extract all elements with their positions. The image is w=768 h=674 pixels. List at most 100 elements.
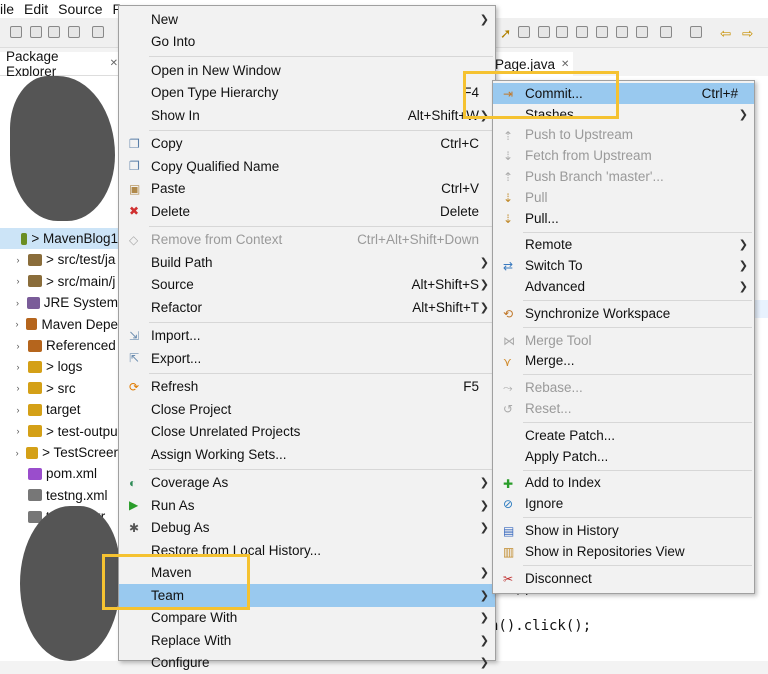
tree-item[interactable]: ›> src/main/j [0,271,118,292]
tree-node-icon [26,447,38,459]
tree-item[interactable]: testng.xml [0,485,118,506]
tree-item[interactable]: ›target [0,399,118,420]
tree-item[interactable]: ›> src/test/ja [0,249,118,270]
menu-item-new[interactable]: New❯ [119,8,495,31]
new-icon[interactable] [10,26,22,38]
expand-arrow-icon[interactable]: › [12,362,24,372]
menu-item-assign-working-sets[interactable]: Assign Working Sets... [119,443,495,466]
expand-arrow-icon[interactable]: › [12,405,24,415]
menu-item-copy[interactable]: ❐CopyCtrl+C [119,133,495,156]
menu-item-show-in-history[interactable]: ▤Show in History [493,520,754,541]
menu-separator [149,226,493,227]
menu-item-add-to-index[interactable]: ✚Add to Index [493,473,754,494]
expand-arrow-icon[interactable]: › [12,448,22,458]
tree-item[interactable]: ›Maven Depe [0,314,118,335]
menu-item-show-in[interactable]: Show InAlt+Shift+W❯ [119,104,495,127]
menu-item-label: Show in Repositories View [525,544,685,559]
menu-item-label: Add to Index [525,475,601,490]
menu-item-delete[interactable]: ✖DeleteDelete [119,200,495,223]
tree-item[interactable]: > MavenBlog1 [0,228,118,249]
copy-icon: ❐ [129,160,142,173]
expand-arrow-icon[interactable]: › [12,426,24,436]
tree-node-icon [28,404,42,416]
menu-separator [149,373,493,374]
tree-item[interactable]: ›> src [0,378,118,399]
expand-arrow-icon[interactable]: › [12,383,24,393]
menu-item-create-patch[interactable]: Create Patch... [493,425,754,446]
menu-item-open-type-hierarchy[interactable]: Open Type HierarchyF4 [119,82,495,105]
menu-item-label: Push Branch 'master'... [525,169,664,184]
menu-item-label: Run As [151,498,195,513]
mark-icon[interactable] [556,26,568,38]
toggle-icon[interactable] [518,26,530,38]
expand-arrow-icon[interactable]: › [12,298,23,308]
menu-item-refactor[interactable]: RefactorAlt+Shift+T❯ [119,296,495,319]
menu-edit[interactable]: Edit [24,1,48,17]
editor-tab-title: Page.java [495,57,555,72]
menu-item-disconnect[interactable]: ✂Disconnect [493,568,754,589]
save-all-icon[interactable] [48,26,60,38]
format-icon[interactable] [596,26,608,38]
menu-item-source[interactable]: SourceAlt+Shift+S❯ [119,274,495,297]
pin-icon[interactable] [636,26,648,38]
menu-item-coverage-as[interactable]: ◐Coverage As❯ [119,472,495,495]
menu-item-configure[interactable]: Configure❯ [119,652,495,674]
task-icon[interactable] [538,26,550,38]
menu-item-advanced[interactable]: Advanced❯ [493,276,754,297]
tree-item[interactable]: ›> logs [0,356,118,377]
forward-icon[interactable]: ⇨ [742,26,752,38]
menu-item-ignore[interactable]: ⊘Ignore [493,493,754,514]
save-icon[interactable] [30,26,42,38]
expand-arrow-icon[interactable]: › [12,255,24,265]
expand-arrow-icon[interactable]: › [12,319,22,329]
menu-item-close-project[interactable]: Close Project [119,398,495,421]
menu-item-copy-qualified-name[interactable]: ❐Copy Qualified Name [119,155,495,178]
menu-item-refresh[interactable]: ⟳RefreshF5 [119,376,495,399]
menu-item-switch-to[interactable]: ⇄Switch To❯ [493,255,754,276]
menu-file[interactable]: ile [0,1,14,17]
menu-item-merge[interactable]: ⋎Merge... [493,351,754,372]
resume-icon[interactable] [92,26,104,38]
tree-item[interactable]: › > TestScreer [0,442,118,463]
menu-item-build-path[interactable]: Build Path❯ [119,251,495,274]
menu-item-import[interactable]: ⇲Import... [119,325,495,348]
menu-item-label: Apply Patch... [525,449,608,464]
skip-breakpoints-icon[interactable] [68,26,80,38]
tree-node-icon [28,382,42,394]
back-icon[interactable]: ⇦ [720,26,730,38]
menu-item-remote[interactable]: Remote❯ [493,235,754,256]
menu-item-apply-patch[interactable]: Apply Patch... [493,446,754,467]
menu-item-paste[interactable]: ▣PasteCtrl+V [119,178,495,201]
menu-item-go-into[interactable]: Go Into [119,31,495,54]
close-icon[interactable]: ✕ [110,58,118,69]
menu-item-close-unrelated-projects[interactable]: Close Unrelated Projects [119,421,495,444]
menu-item-run-as[interactable]: ▶Run As❯ [119,494,495,517]
menu-item-remove-from-context: ◇Remove from ContextCtrl+Alt+Shift+Down [119,229,495,252]
menu-item-open-in-new-window[interactable]: Open in New Window [119,59,495,82]
menu-separator [523,470,752,471]
menu-item-pull[interactable]: ⇣Pull... [493,208,754,229]
menu-item-replace-with[interactable]: Replace With❯ [119,629,495,652]
menu-item-synchronize-workspace[interactable]: ⟲Synchronize Workspace [493,303,754,324]
next-annotation-icon[interactable] [660,26,672,38]
block-icon[interactable] [616,26,628,38]
menu-item-debug-as[interactable]: ✱Debug As❯ [119,517,495,540]
expand-arrow-icon[interactable]: › [12,276,24,286]
menu-item-label: Push to Upstream [525,127,633,142]
whitespace-icon[interactable] [576,26,588,38]
menu-source[interactable]: Source [58,1,102,17]
menu-item-label: Open Type Hierarchy [151,85,278,100]
tree-item[interactable]: ›JRE System [0,292,118,313]
menu-item-label: New [151,12,178,27]
expand-arrow-icon[interactable]: › [12,341,24,351]
build-icon[interactable]: ➚ [500,26,510,38]
tree-item[interactable]: pom.xml [0,463,118,484]
close-icon[interactable]: ✕ [561,59,569,70]
prev-annotation-icon[interactable] [690,26,702,38]
menu-item-show-in-repositories-view[interactable]: ▥Show in Repositories View [493,541,754,562]
tree-item-label: > TestScreer [42,445,118,460]
tree-item[interactable]: ›> test-outpu [0,421,118,442]
tree-item[interactable]: ›Referenced [0,335,118,356]
package-explorer-tab[interactable]: Package Explorer ✕ [0,52,118,76]
menu-item-export[interactable]: ⇱Export... [119,347,495,370]
